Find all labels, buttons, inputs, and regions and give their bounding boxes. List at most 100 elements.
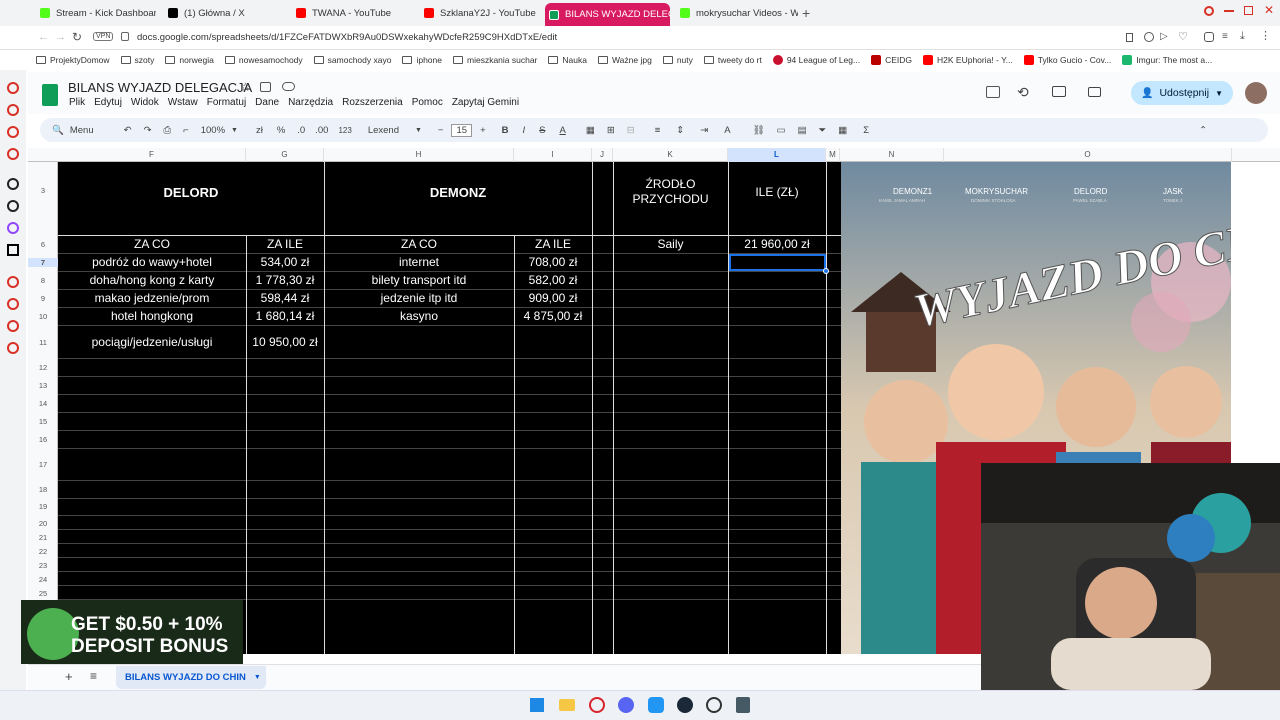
sidebar-app-icon[interactable] — [7, 320, 19, 332]
font-select[interactable]: Lexend — [368, 125, 399, 136]
selected-cell[interactable] — [729, 254, 826, 271]
download-icon[interactable]: ⤓ — [1240, 30, 1245, 43]
reload-icon[interactable]: ↻ — [72, 30, 82, 44]
row-header[interactable]: 23 — [28, 561, 58, 570]
bookmark-item[interactable]: H2K EUphoria! - Y... — [923, 55, 1013, 65]
menu-edit[interactable]: Edytuj — [94, 97, 122, 108]
sidebar-app-icon[interactable] — [7, 126, 19, 138]
close-icon[interactable]: ✕ — [1264, 3, 1274, 17]
chart-icon[interactable]: ▤ — [798, 125, 807, 136]
filter-icon[interactable]: ⏷ — [819, 125, 827, 136]
merge-icon[interactable]: ⊟ — [627, 125, 635, 136]
bookmark-item[interactable]: nuty — [662, 55, 693, 65]
menu-tools[interactable]: Narzędzia — [288, 97, 333, 108]
search-icon[interactable]: 🔍 — [52, 125, 64, 136]
menu-icon[interactable]: ≡ — [1222, 31, 1228, 42]
bookmark-item[interactable]: CEIDG — [871, 55, 912, 65]
column-header[interactable]: J — [592, 148, 613, 162]
heart-icon[interactable]: ♡ — [1178, 30, 1188, 43]
bookmark-item[interactable]: iphone — [402, 55, 442, 65]
star-icon[interactable]: ☆ — [240, 80, 251, 94]
tab-kick[interactable]: Stream - Kick Dashboard — [36, 3, 156, 23]
currency-button[interactable]: zł — [256, 125, 263, 136]
subheader-what[interactable]: ZA CO — [324, 235, 514, 253]
demonz-item-cell[interactable]: jedzenie itp itd — [324, 289, 514, 307]
bookmark-item[interactable]: ProjektyDomow — [36, 55, 110, 65]
delord-cost-cell[interactable]: 1 680,14 zł — [246, 307, 324, 325]
wrap-icon[interactable]: ⇥ — [700, 125, 708, 136]
bookmark-icon[interactable] — [1126, 33, 1133, 42]
collapse-toolbar-icon[interactable]: ⌃ — [1199, 125, 1207, 136]
row-header[interactable]: 20 — [28, 519, 58, 528]
row-header[interactable]: 17 — [28, 460, 58, 469]
column-header[interactable]: O — [944, 148, 1232, 162]
column-header[interactable]: H — [324, 148, 514, 162]
bookmark-item[interactable]: mieszkania suchar — [453, 55, 537, 65]
search-icon[interactable] — [1204, 6, 1214, 16]
spreadsheet-grid[interactable]: DELORD DEMONZ ŹRODŁO PRZYCHODU ILE (ZŁ) … — [58, 162, 841, 654]
undo-icon[interactable]: ↶ — [124, 125, 132, 136]
discord-icon[interactable] — [618, 697, 634, 713]
tab-kick-videos[interactable]: mokrysuchar Videos - Wa — [676, 3, 798, 23]
income-source-cell[interactable]: Saily — [613, 235, 728, 253]
menu-help[interactable]: Pomoc — [412, 97, 443, 108]
row-header[interactable]: 19 — [28, 502, 58, 511]
delord-item-cell[interactable]: makao jedzenie/prom — [58, 289, 246, 307]
column-header[interactable]: F — [58, 148, 246, 162]
rotate-icon[interactable]: A — [724, 125, 730, 136]
column-header[interactable]: N — [840, 148, 944, 162]
fill-color-icon[interactable]: ▦ — [586, 125, 595, 136]
zoom-select[interactable]: 100% — [201, 125, 225, 136]
camera-icon[interactable] — [1144, 32, 1154, 42]
meet-icon[interactable] — [1088, 87, 1101, 97]
delord-cost-cell[interactable]: 534,00 zł — [246, 253, 324, 271]
header-demonz[interactable]: DEMONZ — [324, 162, 592, 222]
delord-item-cell[interactable]: doha/hong kong z karty — [58, 271, 246, 289]
percent-button[interactable]: % — [277, 125, 285, 136]
menu-extensions[interactable]: Rozszerzenia — [342, 97, 403, 108]
text-color-icon[interactable]: A — [559, 125, 565, 136]
header-income-source[interactable]: ŹRODŁO PRZYCHODU — [613, 174, 728, 210]
valign-icon[interactable]: ⇕ — [676, 125, 684, 136]
calculator-icon[interactable] — [736, 697, 750, 713]
settings-icon[interactable] — [7, 342, 19, 354]
bookmark-item[interactable]: 94 League of Leg... — [772, 55, 860, 65]
sidebar-app-icon[interactable] — [7, 276, 19, 288]
row-header[interactable]: 25 — [28, 589, 58, 598]
column-header[interactable]: G — [246, 148, 324, 162]
bookmark-item[interactable]: samochody xayo — [313, 55, 391, 65]
sheet-tab[interactable]: BILANS WYJAZD DO CHIN ▼ — [116, 666, 266, 689]
url-text[interactable]: docs.google.com/spreadsheets/d/1FZCeFATD… — [137, 32, 557, 43]
subheader-cost[interactable]: ZA ILE — [514, 235, 592, 253]
messenger-icon[interactable] — [648, 697, 664, 713]
row-header[interactable]: 8 — [28, 276, 58, 285]
opera-gx-icon[interactable] — [589, 697, 605, 713]
avatar[interactable] — [1245, 82, 1267, 104]
subheader-cost[interactable]: ZA ILE — [246, 235, 324, 253]
delord-item-cell[interactable]: hotel hongkong — [58, 307, 246, 325]
delord-cost-cell[interactable]: 10 950,00 zł — [246, 325, 324, 358]
comment-icon[interactable] — [1052, 86, 1066, 97]
sheets-logo-icon[interactable] — [42, 84, 58, 106]
delord-cost-cell[interactable]: 598,44 zł — [246, 289, 324, 307]
decrease-decimal-button[interactable]: .0 — [297, 125, 305, 136]
strikethrough-icon[interactable]: S — [539, 125, 545, 136]
delord-item-cell[interactable]: pociągi/jedzenie/usługi — [58, 325, 246, 358]
add-sheet-icon[interactable]: + — [65, 669, 73, 684]
demonz-cost-cell[interactable]: 4 875,00 zł — [514, 307, 592, 325]
tab-youtube-szklana[interactable]: SzklanaY2J - YouTube — [420, 3, 540, 23]
menu-view[interactable]: Widok — [131, 97, 159, 108]
move-icon[interactable] — [260, 82, 271, 92]
bookmark-item[interactable]: Ważne jpg — [597, 55, 652, 65]
demonz-cost-cell[interactable]: 708,00 zł — [514, 253, 592, 271]
history-icon[interactable]: ⟲ — [1017, 84, 1029, 101]
maximize-icon[interactable] — [1244, 6, 1253, 15]
fill-handle[interactable] — [823, 268, 829, 274]
link-icon[interactable]: ⛓ — [753, 125, 765, 136]
minimize-icon[interactable] — [1224, 10, 1234, 12]
sidebar-app-icon[interactable] — [7, 298, 19, 310]
column-header[interactable]: I — [514, 148, 592, 162]
row-header[interactable]: 14 — [28, 399, 58, 408]
back-icon[interactable]: ← — [38, 31, 49, 43]
minus-icon[interactable]: − — [438, 125, 444, 136]
